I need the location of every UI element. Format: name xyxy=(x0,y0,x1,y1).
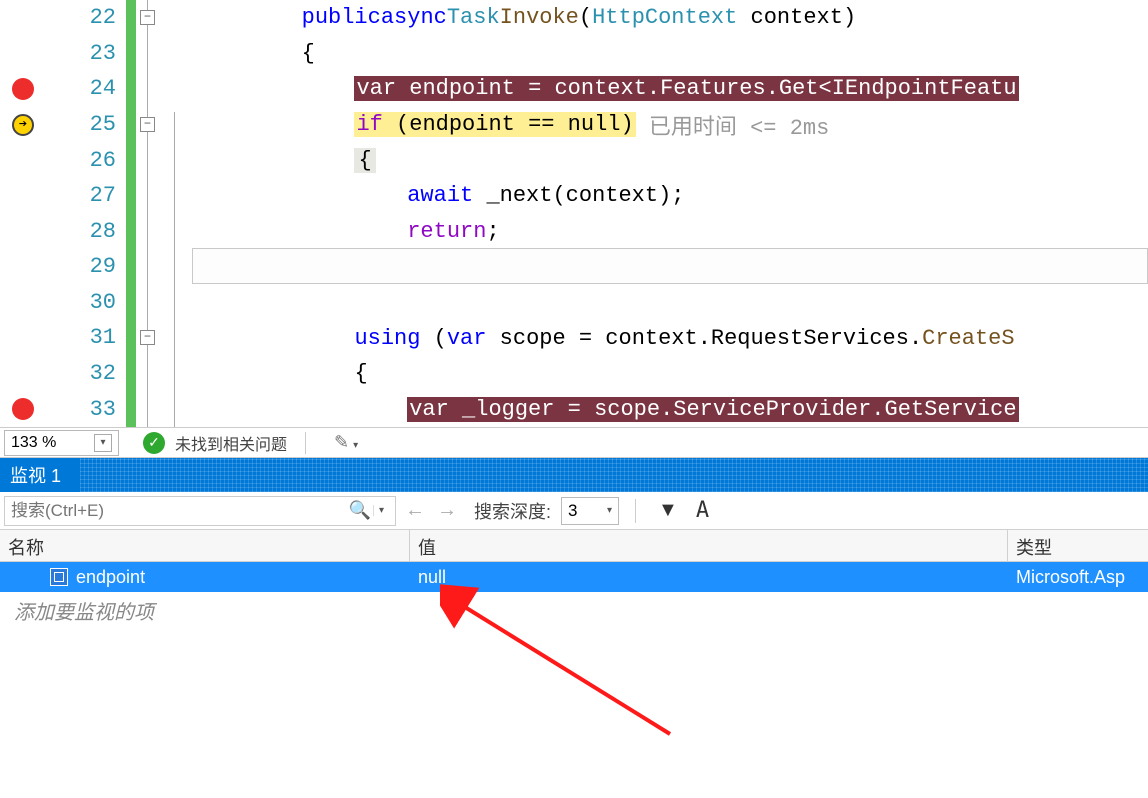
watch-panel-title: 监视 1 xyxy=(10,462,61,488)
watch-panel-title-bar[interactable]: 监视 1 xyxy=(0,458,1148,492)
nav-back-button[interactable]: ← xyxy=(402,498,428,524)
search-icon[interactable]: 🔍 xyxy=(349,500,371,521)
search-depth-dropdown[interactable]: 3 ▾ xyxy=(561,497,619,525)
code-line[interactable]: public async Task Invoke(HttpContext con… xyxy=(192,0,1148,36)
breakpoint-margin[interactable]: ➔ xyxy=(0,0,46,427)
breakpoint-icon[interactable] xyxy=(12,78,34,100)
line-number: 23 xyxy=(46,36,126,72)
column-header-name[interactable]: 名称 xyxy=(0,530,410,561)
chevron-down-icon[interactable]: ▾ xyxy=(373,505,389,516)
fold-toggle-icon[interactable]: − xyxy=(140,10,155,25)
no-issues-label: 未找到相关问题 xyxy=(175,431,287,455)
code-line[interactable]: { xyxy=(192,36,1148,72)
search-depth-label: 搜索深度: xyxy=(474,498,551,524)
line-number: 26 xyxy=(46,142,126,178)
watch-value: null xyxy=(418,567,446,588)
code-line[interactable]: await _next(context); xyxy=(192,178,1148,214)
watch-grid-header: 名称 值 类型 xyxy=(0,530,1148,562)
code-editor[interactable]: ➔ 22 23 24 25 26 27 28 29 30 31 32 33 − … xyxy=(0,0,1148,428)
code-line[interactable]: if (endpoint == null) 已用时间 <= 2ms xyxy=(192,107,1148,143)
code-line[interactable]: { xyxy=(192,142,1148,178)
code-line[interactable]: { xyxy=(192,356,1148,392)
chevron-down-icon[interactable]: ▾ xyxy=(353,440,358,451)
nav-forward-button[interactable]: → xyxy=(434,498,460,524)
code-line[interactable]: return; xyxy=(192,214,1148,250)
line-number-margin: 22 23 24 25 26 27 28 29 30 31 32 33 xyxy=(46,0,126,427)
zoom-level-dropdown[interactable]: 133 % ▾ xyxy=(4,430,119,456)
perf-tip: 已用时间 <= 2ms xyxy=(636,109,830,141)
line-number: 22 xyxy=(46,0,126,36)
current-statement-icon: ➔ xyxy=(12,114,34,136)
variable-icon xyxy=(50,568,68,586)
search-input[interactable] xyxy=(11,501,349,521)
line-number: 28 xyxy=(46,213,126,249)
outlining-margin[interactable]: − − − xyxy=(136,0,192,427)
text-visualizer-icon[interactable]: A xyxy=(696,498,709,523)
code-line[interactable]: } xyxy=(192,249,1148,285)
watch-toolbar: 🔍 ▾ ← → 搜索深度: 3 ▾ ▼ A xyxy=(0,492,1148,530)
line-number: 29 xyxy=(46,249,126,285)
line-number: 27 xyxy=(46,178,126,214)
line-number: 24 xyxy=(46,71,126,107)
fold-toggle-icon[interactable]: − xyxy=(140,117,155,132)
watch-type: Microsoft.Asp xyxy=(1016,567,1125,588)
line-number: 33 xyxy=(46,391,126,427)
code-line[interactable]: var _logger = scope.ServiceProvider.GetS… xyxy=(192,392,1148,427)
zoom-value: 133 % xyxy=(11,434,56,452)
code-line[interactable]: using (var scope = context.RequestServic… xyxy=(192,320,1148,356)
watch-search-box[interactable]: 🔍 ▾ xyxy=(4,496,396,526)
line-number: 25 xyxy=(46,107,126,143)
chevron-down-icon[interactable]: ▾ xyxy=(94,434,112,452)
line-number: 31 xyxy=(46,320,126,356)
search-depth-value: 3 xyxy=(568,501,577,521)
code-text-area[interactable]: public async Task Invoke(HttpContext con… xyxy=(192,0,1148,427)
column-header-type[interactable]: 类型 xyxy=(1008,530,1148,561)
watch-name: endpoint xyxy=(76,567,145,588)
add-watch-placeholder[interactable]: 添加要监视的项 xyxy=(0,592,1148,629)
code-line[interactable]: var endpoint = context.Features.Get<IEnd… xyxy=(192,71,1148,107)
line-number: 32 xyxy=(46,356,126,392)
change-tracking-margin xyxy=(126,0,136,427)
fold-toggle-icon[interactable]: − xyxy=(140,330,155,345)
title-bar-grip[interactable] xyxy=(80,458,1148,492)
code-line[interactable] xyxy=(192,285,1148,321)
column-header-value[interactable]: 值 xyxy=(410,530,1008,561)
watch-row[interactable]: endpoint null Microsoft.Asp xyxy=(0,562,1148,592)
health-ok-icon[interactable]: ✓ xyxy=(143,432,165,454)
line-number: 30 xyxy=(46,285,126,321)
breakpoint-icon[interactable] xyxy=(12,398,34,420)
chevron-down-icon[interactable]: ▾ xyxy=(607,505,612,516)
filter-icon[interactable]: ▼ xyxy=(658,499,678,522)
watch-grid[interactable]: 名称 值 类型 endpoint null Microsoft.Asp 添加要监… xyxy=(0,530,1148,629)
cleanup-icon[interactable]: ✎▾ xyxy=(334,432,358,453)
editor-status-bar: 133 % ▾ ✓ 未找到相关问题 ✎▾ xyxy=(0,428,1148,458)
